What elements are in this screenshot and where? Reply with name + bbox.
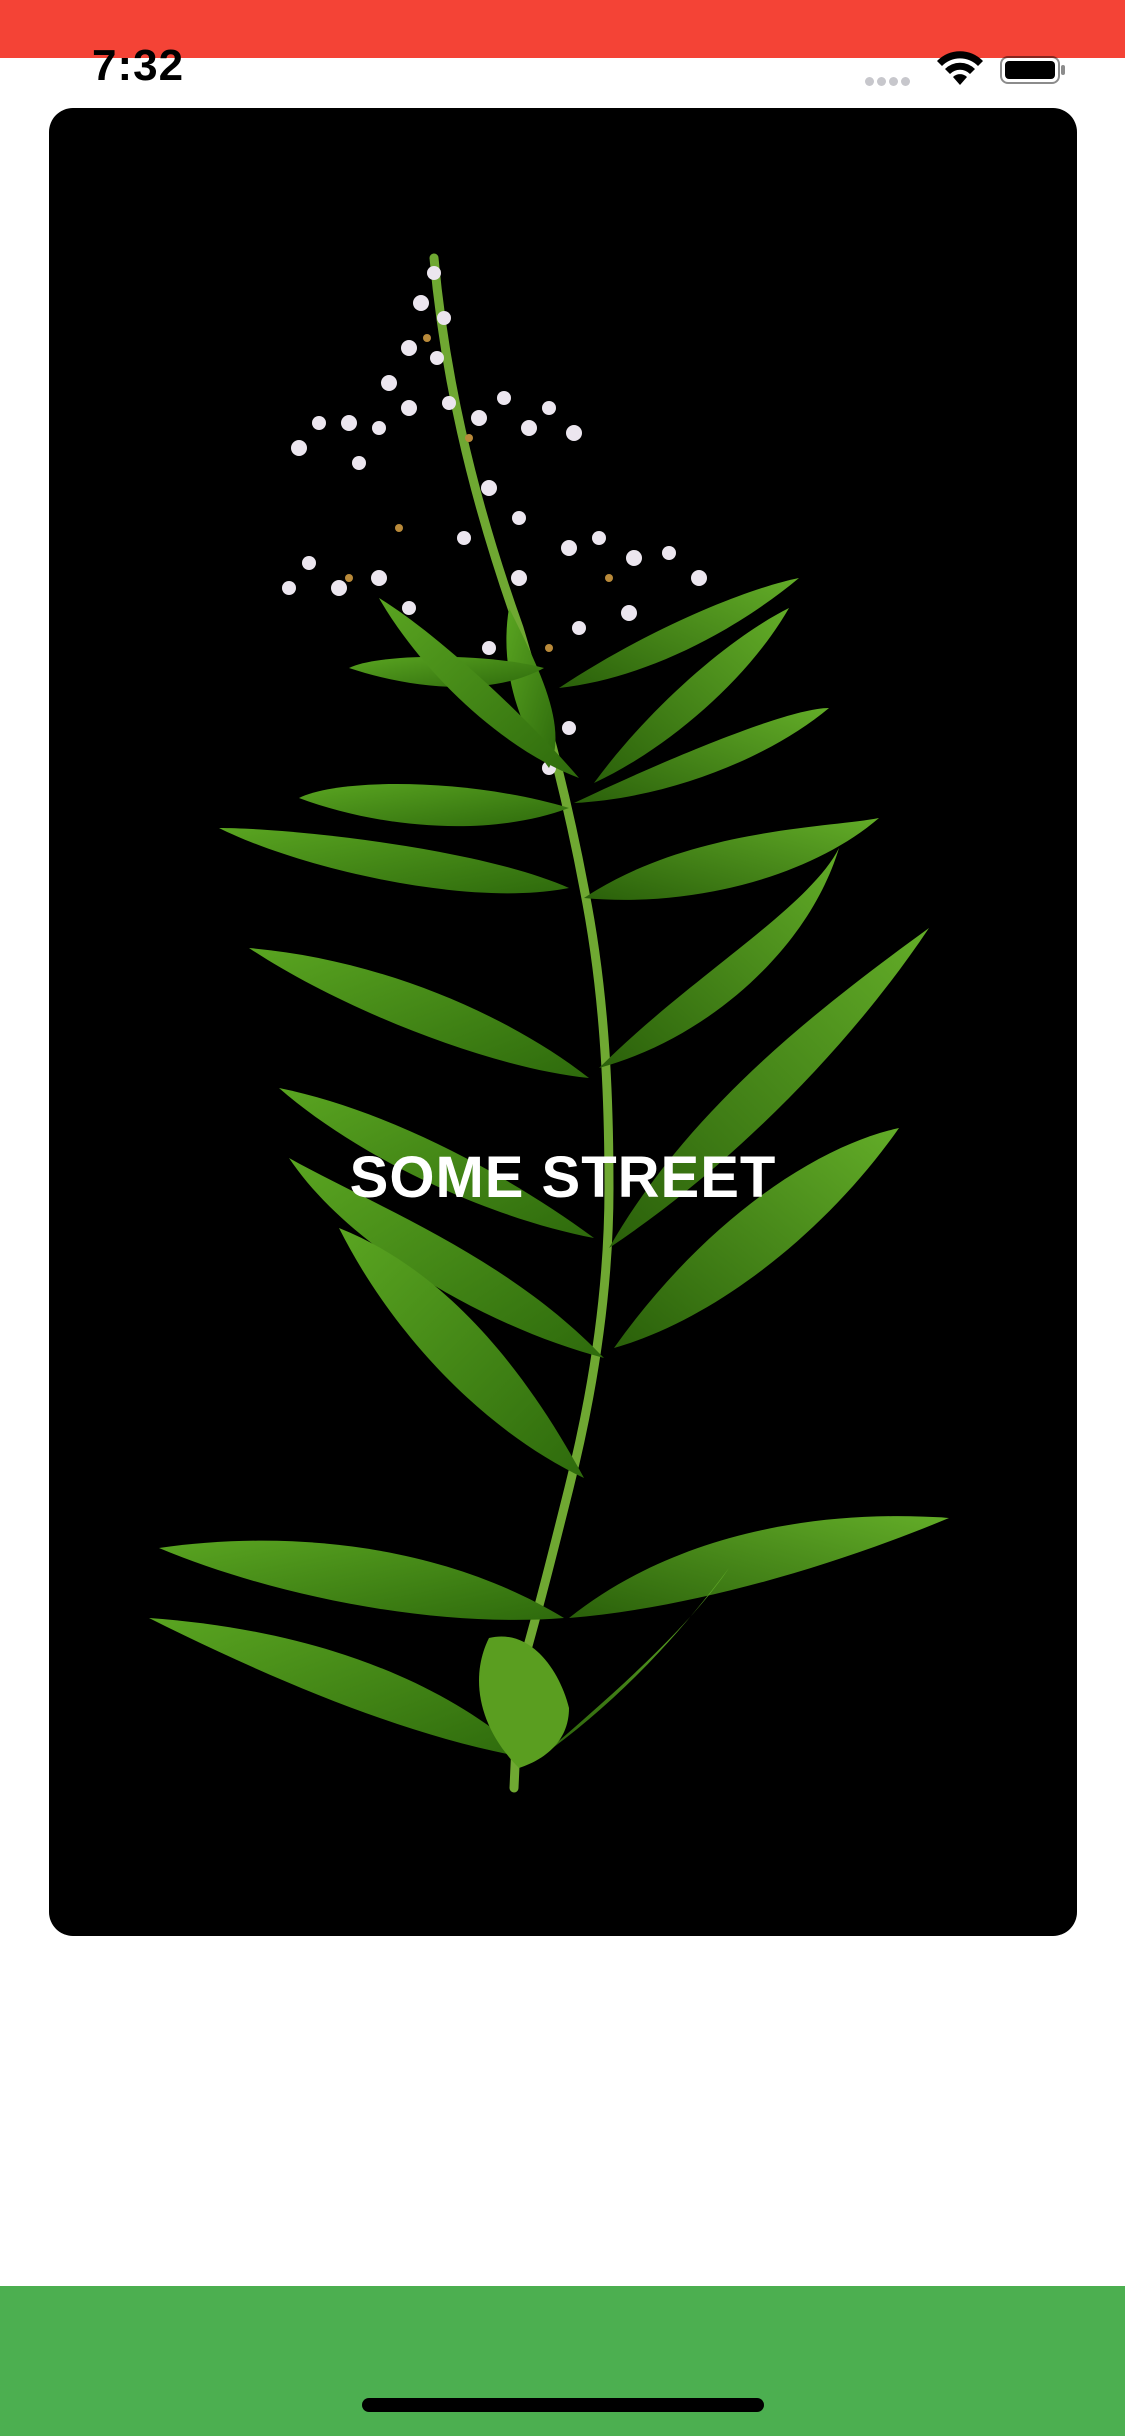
battery-icon: [1000, 56, 1065, 84]
bottom-color-bar: [0, 2286, 1125, 2436]
status-time: 7:32: [92, 41, 185, 90]
plant-photo: [149, 253, 949, 1793]
card-title: SOME STREET: [349, 1145, 777, 1210]
wifi-icon: [937, 51, 983, 85]
plant-card[interactable]: SOME STREET: [49, 108, 1077, 1936]
status-icons: [865, 51, 1085, 91]
home-indicator[interactable]: [362, 2398, 764, 2412]
signal-icon: [865, 73, 913, 91]
